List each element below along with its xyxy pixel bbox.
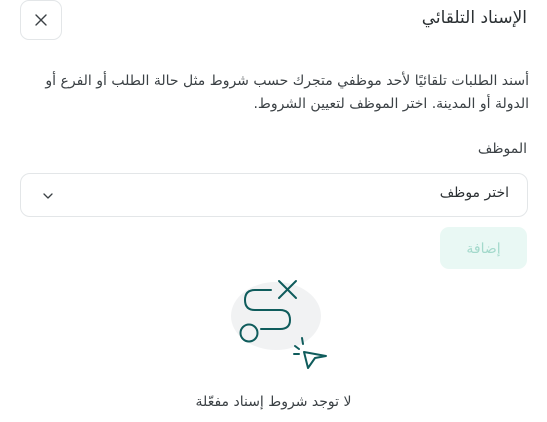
chevron-down-icon [43, 193, 53, 199]
panel-title: الإسناد التلقائي [421, 8, 527, 28]
panel-description: أسند الطلبات تلقائيًا لأحد موظفي متجرك ح… [45, 73, 529, 112]
add-button[interactable]: إضافة [440, 227, 527, 269]
empty-state-text: لا توجد شروط إسناد مفعّلة [195, 394, 352, 410]
employee-select-value: اختر موظف [439, 185, 509, 201]
panel-header: الإسناد التلقائي [20, 0, 527, 42]
close-icon [35, 14, 47, 26]
route-cursor-illustration [231, 280, 327, 369]
employee-field-label: الموظف [477, 141, 527, 157]
employee-select[interactable]: اختر موظف [20, 173, 528, 217]
auto-assign-panel: الإسناد التلقائي أسند الطلبات تلقائيًا ل… [0, 0, 547, 422]
close-button[interactable] [20, 0, 62, 40]
